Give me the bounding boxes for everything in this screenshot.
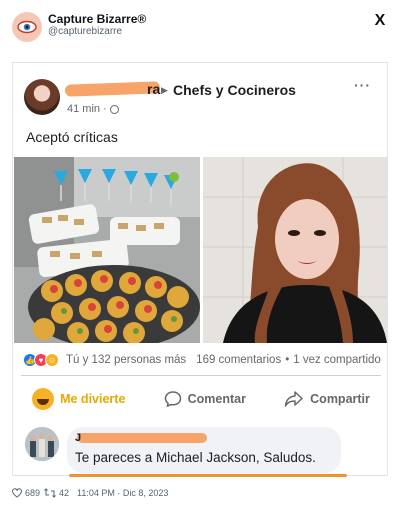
- reaction-button[interactable]: Me divierte: [32, 388, 125, 410]
- post-group-name: Chefs y Cocineros: [173, 82, 296, 98]
- post-author-suffix: ra: [147, 81, 161, 97]
- tweet-footer: 689 42 11:04 PM · Dic 8, 2023: [12, 488, 168, 498]
- post-time: 41 min: [67, 103, 101, 115]
- eye-logo-icon: [17, 20, 37, 34]
- commenter-avatar[interactable]: [25, 427, 59, 461]
- food-photo-illustration: [14, 157, 200, 343]
- reaction-icons[interactable]: 👍 ♥ ☺: [23, 353, 62, 367]
- haha-icon: ☺: [45, 353, 59, 367]
- shares-count[interactable]: 1 vez compartido: [293, 354, 381, 366]
- stats-separator: •: [285, 354, 290, 366]
- retweet-icon: [44, 488, 56, 498]
- post-author-avatar: [24, 79, 60, 115]
- retweet-action[interactable]: 42: [44, 488, 69, 498]
- post-meta: 41 min ·: [67, 103, 119, 115]
- tweet-timestamp[interactable]: 11:04 PM · Dic 8, 2023: [77, 488, 168, 498]
- commenter-avatar-illustration: [25, 427, 59, 461]
- comment-text: Te pareces a Michael Jackson, Saludos.: [75, 450, 316, 465]
- comment-highlight-underline: [69, 474, 347, 477]
- share-icon: [284, 391, 303, 407]
- heart-icon: [12, 488, 22, 498]
- reaction-button-label: Me divierte: [60, 392, 126, 406]
- comment-button[interactable]: Comentar: [164, 390, 246, 408]
- arrow-right-icon: ▶: [161, 85, 168, 95]
- comment-bubble: J Te pareces a Michael Jackson, Saludos.: [67, 427, 341, 473]
- account-name[interactable]: Capture Bizarre®: [48, 12, 146, 26]
- reactions-count[interactable]: Tú y 132 personas más: [66, 354, 186, 366]
- food-photo: [14, 157, 200, 343]
- account-avatar[interactable]: [12, 12, 42, 42]
- comments-count[interactable]: 169 comentarios: [196, 354, 281, 366]
- post-text: Aceptó críticas: [26, 129, 118, 145]
- post-actions: Me divierte Comentar Compartir: [13, 381, 389, 417]
- comment-author-initial: J: [75, 432, 82, 444]
- redaction-scribble: [64, 81, 161, 97]
- like-action[interactable]: 689: [12, 488, 40, 498]
- share-button-label: Compartir: [310, 392, 370, 406]
- globe-icon: [109, 104, 119, 114]
- haha-emoji-icon: [32, 388, 55, 410]
- comment-button-label: Comentar: [187, 392, 246, 406]
- account-handle[interactable]: @capturebizarre: [48, 26, 122, 37]
- share-button[interactable]: Compartir: [284, 390, 370, 408]
- divider: [21, 375, 381, 376]
- selfie-photo-illustration: [203, 157, 387, 343]
- selfie-photo: [203, 157, 387, 343]
- retweet-count: 42: [59, 488, 70, 498]
- tweet-header: Capture Bizarre® @capturebizarre X: [0, 0, 400, 52]
- comment-author-redaction: [77, 433, 207, 443]
- facebook-post-screenshot: ra ▶ Chefs y Cocineros 41 min · ··· Acep…: [12, 62, 389, 477]
- reactions-summary: 👍 ♥ ☺ Tú y 132 personas más 169 comentar…: [23, 353, 383, 367]
- comment-icon: [164, 391, 181, 408]
- like-count: 689: [25, 488, 41, 498]
- post-author-name-redacted: ra: [64, 81, 161, 97]
- close-icon[interactable]: X: [369, 10, 391, 32]
- post-meta-separator: ·: [103, 103, 107, 115]
- more-options-icon: ···: [354, 77, 371, 93]
